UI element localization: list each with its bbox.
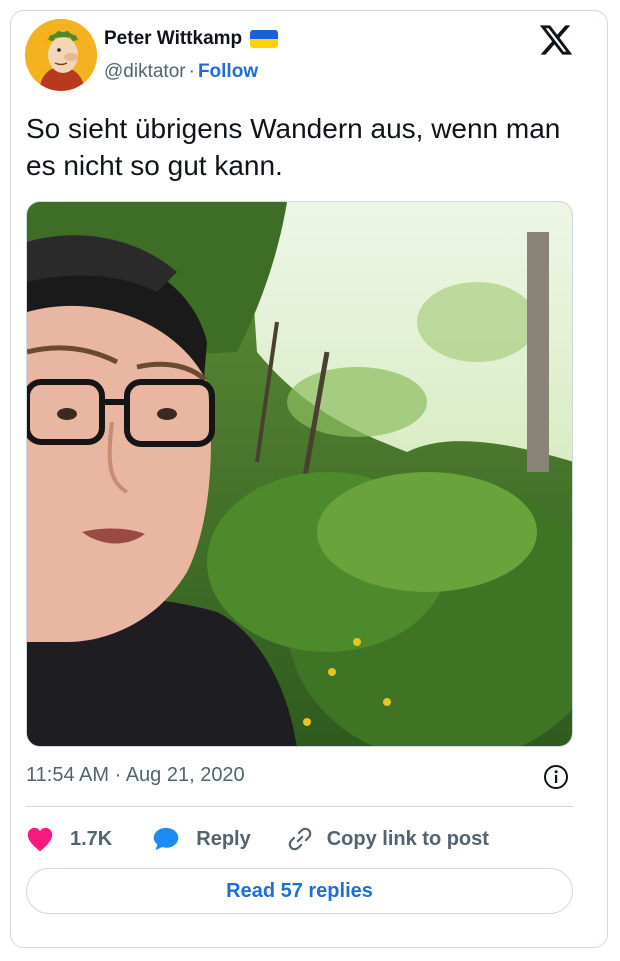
reply-button[interactable]: Reply — [152, 826, 251, 852]
link-icon — [288, 827, 312, 851]
reply-label: Reply — [196, 827, 251, 850]
author-handle[interactable]: @diktator — [104, 61, 186, 82]
heart-icon — [27, 827, 53, 852]
x-logo-icon[interactable] — [538, 22, 574, 58]
follow-button[interactable]: Follow — [198, 61, 258, 82]
reply-bubble-icon — [154, 827, 179, 851]
copy-link-label: Copy link to post — [326, 827, 489, 850]
copy-link-button[interactable]: Copy link to post — [287, 826, 489, 852]
ukraine-flag-icon — [250, 30, 279, 48]
avatar[interactable] — [25, 19, 97, 91]
like-button[interactable]: 1.7K — [26, 826, 112, 852]
author-name-row[interactable]: Peter Wittkamp — [104, 28, 279, 50]
author-handle-row: @diktator · Follow — [104, 61, 258, 83]
read-replies-button[interactable]: Read 57 replies — [26, 868, 573, 914]
divider — [26, 806, 573, 807]
like-count: 1.7K — [70, 827, 113, 850]
action-bar: 1.7K Reply Copy link to post — [26, 822, 489, 856]
timestamp[interactable]: 11:54 AM · Aug 21, 2020 — [26, 764, 245, 787]
author-name[interactable]: Peter Wittkamp — [104, 28, 242, 50]
info-icon[interactable] — [543, 764, 569, 790]
separator: · — [188, 61, 195, 82]
tweet-photo[interactable] — [26, 201, 573, 747]
tweet-text: So sieht übrigens Wandern aus, wenn man … — [26, 113, 561, 181]
